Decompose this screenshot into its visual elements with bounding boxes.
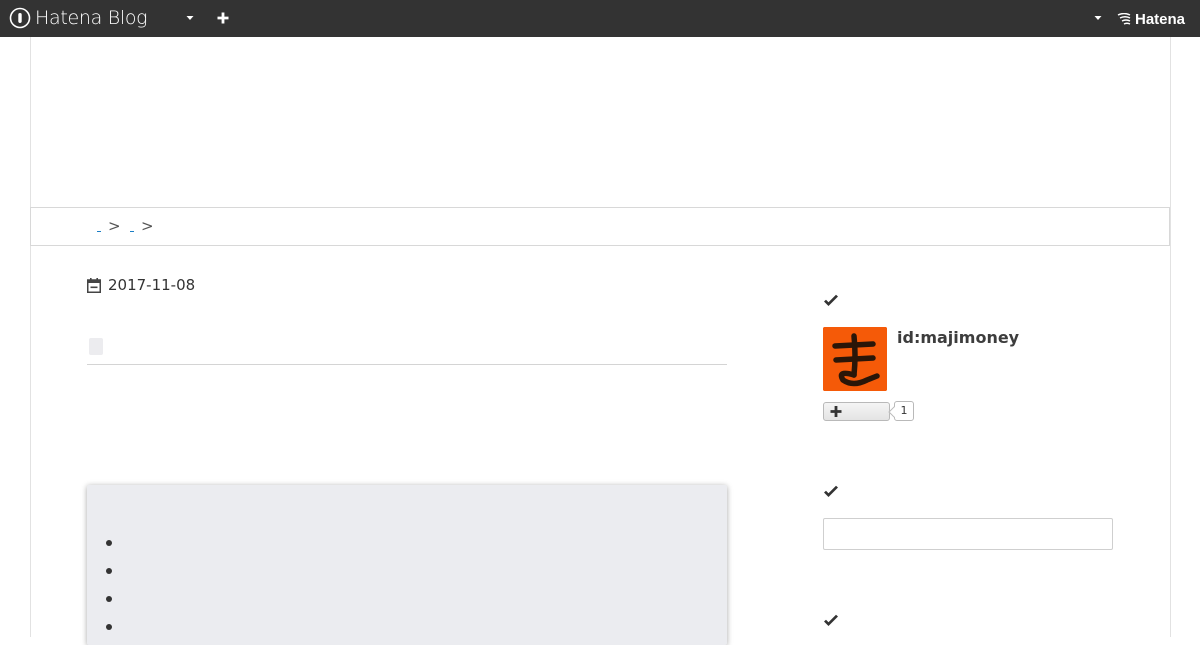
brand-name: Hatena Blog: [35, 7, 148, 29]
plus-icon: [217, 12, 229, 24]
avatar[interactable]: [823, 327, 887, 391]
breadcrumb-link-category[interactable]: [130, 228, 134, 232]
breadcrumb-separator: >: [141, 217, 154, 235]
hatena-blog-logo[interactable]: Hatena Blog: [9, 6, 148, 30]
search-input[interactable]: [823, 518, 1113, 550]
check-icon: [824, 614, 838, 626]
follow-button[interactable]: [823, 402, 890, 421]
top-navbar: Hatena Blog Hatena: [0, 0, 1200, 37]
toc-item[interactable]: [106, 624, 112, 630]
plus-icon: [830, 406, 842, 417]
hatena-brand: Hatena: [1135, 10, 1186, 28]
entry-title-divider: [87, 364, 727, 365]
blog-menu-button[interactable]: [182, 9, 198, 27]
toc-item[interactable]: [106, 540, 112, 546]
table-of-contents: [87, 485, 727, 645]
calendar-icon: [87, 277, 101, 293]
breadcrumb-separator: >: [108, 217, 121, 235]
caret-down-icon: [186, 16, 194, 20]
hatena-link[interactable]: Hatena: [1116, 10, 1185, 28]
toc-item[interactable]: [106, 596, 112, 602]
follower-count-badge[interactable]: 1: [894, 401, 914, 421]
breadcrumb-link-top[interactable]: [97, 228, 101, 232]
profile-user-id[interactable]: id:majimoney: [897, 328, 1019, 347]
entry-date-text: 2017-11-08: [108, 276, 196, 294]
check-icon: [824, 485, 838, 497]
caret-down-icon: [1094, 16, 1102, 20]
entry-date[interactable]: 2017-11-08: [87, 276, 195, 294]
entry-title-placeholder: [89, 338, 103, 355]
add-button[interactable]: [215, 9, 231, 27]
check-icon: [824, 294, 838, 306]
account-menu-button[interactable]: [1090, 9, 1106, 27]
hatena-blog-logo-icon: [9, 7, 31, 29]
toc-item[interactable]: [106, 568, 112, 574]
breadcrumb: > >: [30, 207, 1170, 246]
hatena-logo-icon: [1117, 13, 1131, 25]
avatar-image: [823, 327, 887, 391]
